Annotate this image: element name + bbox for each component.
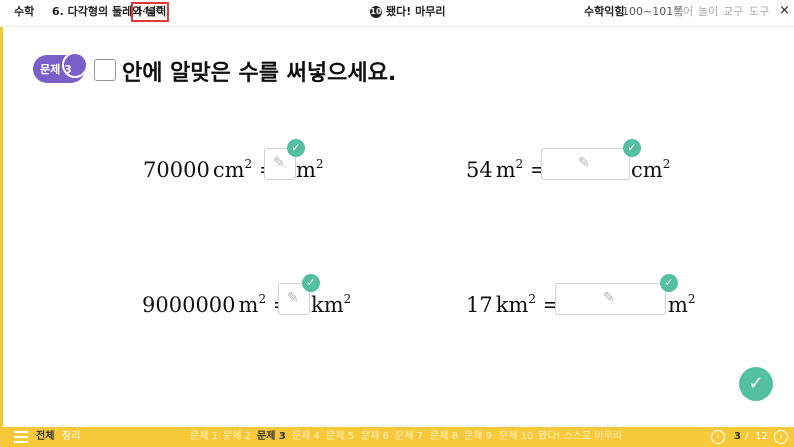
workbook-link[interactable]: 수학익힘 xyxy=(584,5,624,19)
equation-1: 70000cm2 = xyxy=(143,152,276,182)
tool-manipulatives[interactable]: 교구 xyxy=(723,5,743,19)
equation-4-value: 17 xyxy=(466,293,493,317)
tab-problem-5[interactable]: 문제 5 xyxy=(326,431,354,443)
nav-summary[interactable]: 정리 xyxy=(62,431,80,443)
section-number-icon: 10 xyxy=(370,6,382,18)
blank-box-icon xyxy=(94,59,116,81)
tab-self-review[interactable]: 됐다! 스스로 마무리 xyxy=(538,431,622,443)
tab-problem-6[interactable]: 문제 6 xyxy=(361,431,389,443)
pencil-icon: ✎ xyxy=(603,290,615,306)
equation-3-exp: 2 xyxy=(258,292,267,306)
tool-terms[interactable]: 용어 xyxy=(673,5,693,19)
bottom-nav-bar: 전체 정리 문제 1 문제 2 문제 3 문제 4 문제 5 문제 6 문제 7… xyxy=(0,427,794,447)
pencil-icon: ✎ xyxy=(287,290,299,306)
equation-4-to-exp: 2 xyxy=(687,292,696,306)
equation-2-to-unit: cm xyxy=(631,158,663,182)
equation-1-to-unit: m xyxy=(296,158,316,182)
pencil-icon: ✎ xyxy=(273,155,285,171)
equation-2-from-unit: m xyxy=(495,158,516,182)
equation-2-exp: 2 xyxy=(515,157,524,171)
tab-problem-1[interactable]: 문제 1 xyxy=(190,431,218,443)
equation-3-value: 9000000 xyxy=(142,293,236,317)
equation-3-to-unit: km xyxy=(311,293,344,317)
equation-2-target: cm2 xyxy=(631,152,670,182)
equation-4-to-unit: m xyxy=(668,293,688,317)
tab-problem-10[interactable]: 문제 10 xyxy=(499,431,533,443)
section-title: 10 됐다! 마무리 xyxy=(370,5,445,19)
tool-play[interactable]: 놀이 xyxy=(698,5,718,19)
problem-instruction: 안에 알맞은 수를 써넣으세요. xyxy=(122,61,397,86)
tab-problem-8[interactable]: 문제 8 xyxy=(430,431,458,443)
equation-2: 54 m2 = xyxy=(466,152,548,182)
submit-check-button[interactable]: ✓ xyxy=(739,367,773,401)
tab-problem-4[interactable]: 문제 4 xyxy=(292,431,320,443)
section-title-text: 됐다! 마무리 xyxy=(386,5,446,18)
equation-1-target: m2 xyxy=(296,152,324,182)
equation-1-from-unit: cm xyxy=(212,158,245,182)
tool-tools[interactable]: 도구 xyxy=(749,5,769,19)
equation-2-to-exp: 2 xyxy=(662,157,671,171)
equation-1-value: 70000 xyxy=(143,158,210,182)
problem-badge-label: 문제 3 xyxy=(40,63,72,76)
tab-problem-3[interactable]: 문제 3 xyxy=(257,431,286,443)
equation-3-from-unit: m xyxy=(238,293,259,317)
equation-3-target: km2 xyxy=(311,287,351,317)
equation-3-to-exp: 2 xyxy=(343,292,352,306)
next-page-icon[interactable]: › xyxy=(774,430,788,444)
tab-problem-9[interactable]: 문제 9 xyxy=(464,431,492,443)
equation-2-value: 54 xyxy=(466,158,493,182)
tab-problem-7[interactable]: 문제 7 xyxy=(395,431,423,443)
current-page: 3 xyxy=(734,431,741,442)
subject-label: 수학 xyxy=(14,5,35,18)
nav-all[interactable]: 전체 xyxy=(36,431,54,443)
prev-page-icon[interactable]: ‹ xyxy=(711,430,725,444)
page-number: 149쪽 xyxy=(131,2,170,22)
equation-4: 17 km2 = xyxy=(466,287,560,317)
equation-1-to-exp: 2 xyxy=(315,157,324,171)
equation-1-exp: 2 xyxy=(244,157,253,171)
page-separator: / xyxy=(745,431,749,442)
left-accent-bar xyxy=(0,27,3,427)
equation-3: 9000000m2 = xyxy=(142,287,290,317)
menu-icon[interactable] xyxy=(14,431,28,443)
top-bar: 수학 6. 다각형의 둘레와 넓이 149쪽 10 됐다! 마무리 수학익힘 1… xyxy=(0,0,794,27)
tab-problem-2[interactable]: 문제 2 xyxy=(223,431,251,443)
equation-4-target: m2 xyxy=(668,287,696,317)
equation-4-exp: 2 xyxy=(528,292,537,306)
pencil-icon: ✎ xyxy=(578,155,590,171)
total-pages: 12 xyxy=(755,431,768,442)
equation-4-from-unit: km xyxy=(495,293,529,317)
close-icon[interactable]: × xyxy=(779,4,790,18)
